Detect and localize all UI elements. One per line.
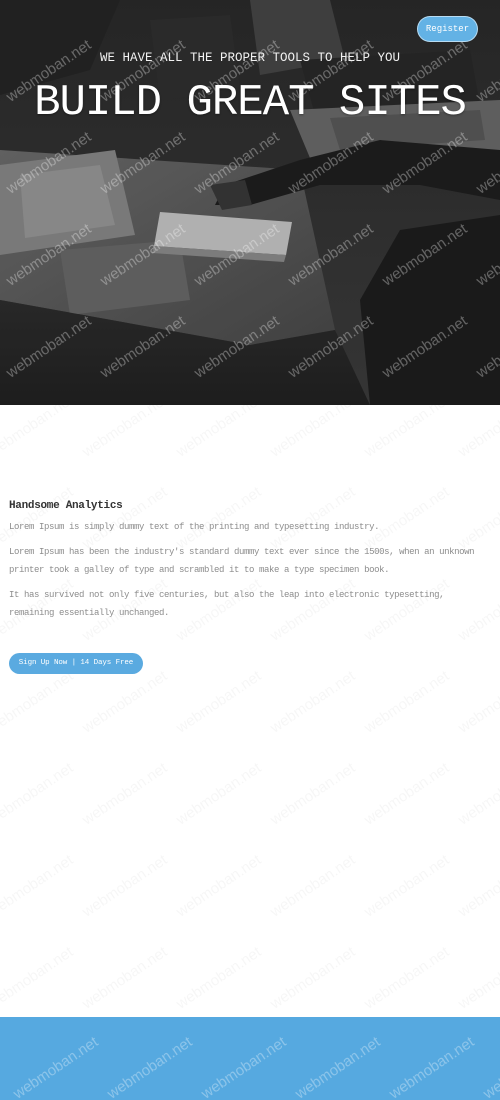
watermark-text: webmoban.net — [361, 943, 452, 1012]
watermark-text: webmoban.net — [292, 1033, 384, 1100]
watermark-text: webmoban.net — [0, 943, 76, 1012]
watermark-text: webmoban.net — [267, 667, 358, 736]
feature-heading: Handsome Analytics — [9, 500, 123, 512]
watermark-text: webmoban.net — [79, 943, 170, 1012]
watermark-text: webmoban.net — [0, 405, 76, 461]
watermark-text: webmoban.net — [198, 1033, 290, 1100]
watermark-text: webmoban.net — [480, 1033, 500, 1100]
watermark-text: webmoban.net — [173, 405, 264, 461]
watermark-text: webmoban.net — [104, 1033, 196, 1100]
watermark-text: webmoban.net — [455, 405, 500, 461]
feature-paragraph: Lorem Ipsum is simply dummy text of the … — [9, 522, 380, 532]
watermark-text: webmoban.net — [267, 759, 358, 828]
watermark-text: webmoban.net — [79, 851, 170, 920]
watermark-text: webmoban.net — [173, 851, 264, 920]
signup-button[interactable]: Sign Up Now | 14 Days Free — [9, 653, 143, 674]
watermark-text: webmoban.net — [79, 759, 170, 828]
watermark-text: webmoban.net — [0, 851, 76, 920]
footer-watermark-layer: webmoban.net webmoban.net webmoban.net webm… — [0, 1017, 500, 1100]
watermark-text: webmoban.net — [267, 405, 358, 461]
watermark-text: webmoban.net — [173, 759, 264, 828]
feature-block: Handsome Analytics Lorem Ipsum is simply… — [9, 499, 489, 629]
watermark-text: webmoban.net — [0, 759, 76, 828]
watermark-text: webmoban.net — [455, 667, 500, 736]
watermark-text: webmoban.net — [173, 667, 264, 736]
register-button[interactable]: Register — [417, 16, 478, 42]
watermark-text: webmoban.net — [361, 851, 452, 920]
watermark-text: webmoban.net — [386, 1033, 478, 1100]
watermark-text: webmoban.net — [361, 667, 452, 736]
hero-kicker: WE HAVE ALL THE PROPER TOOLS TO HELP YOU — [99, 51, 401, 65]
features-section: webmoban.netwebmoban.netwebmoban.netwebm… — [0, 405, 500, 1017]
watermark-text: webmoban.net — [267, 851, 358, 920]
feature-paragraph: It has survived not only five centuries,… — [9, 590, 445, 618]
watermark-text: webmoban.net — [361, 759, 452, 828]
main-watermark-layer: webmoban.netwebmoban.netwebmoban.netwebm… — [0, 405, 500, 1017]
hero-section: webmoban.net webmoban.net webmoban.net webm… — [0, 0, 500, 405]
watermark-text: webmoban.net — [173, 943, 264, 1012]
watermark-text: webmoban.net — [455, 943, 500, 1012]
watermark-text: webmoban.net — [455, 851, 500, 920]
watermark-text: webmoban.net — [10, 1033, 102, 1100]
watermark-text: webmoban.net — [455, 759, 500, 828]
watermark-text: webmoban.net — [0, 667, 76, 736]
hero-title: BUILD GREAT SITES — [34, 78, 467, 128]
feature-paragraph: Lorem Ipsum has been the industry's stan… — [9, 547, 475, 575]
watermark-text: webmoban.net — [361, 405, 452, 461]
watermark-text: webmoban.net — [79, 405, 170, 461]
watermark-text: webmoban.net — [267, 943, 358, 1012]
watermark-text: webmoban.net — [79, 667, 170, 736]
footer-band: webmoban.net webmoban.net webmoban.net webm… — [0, 1017, 500, 1100]
